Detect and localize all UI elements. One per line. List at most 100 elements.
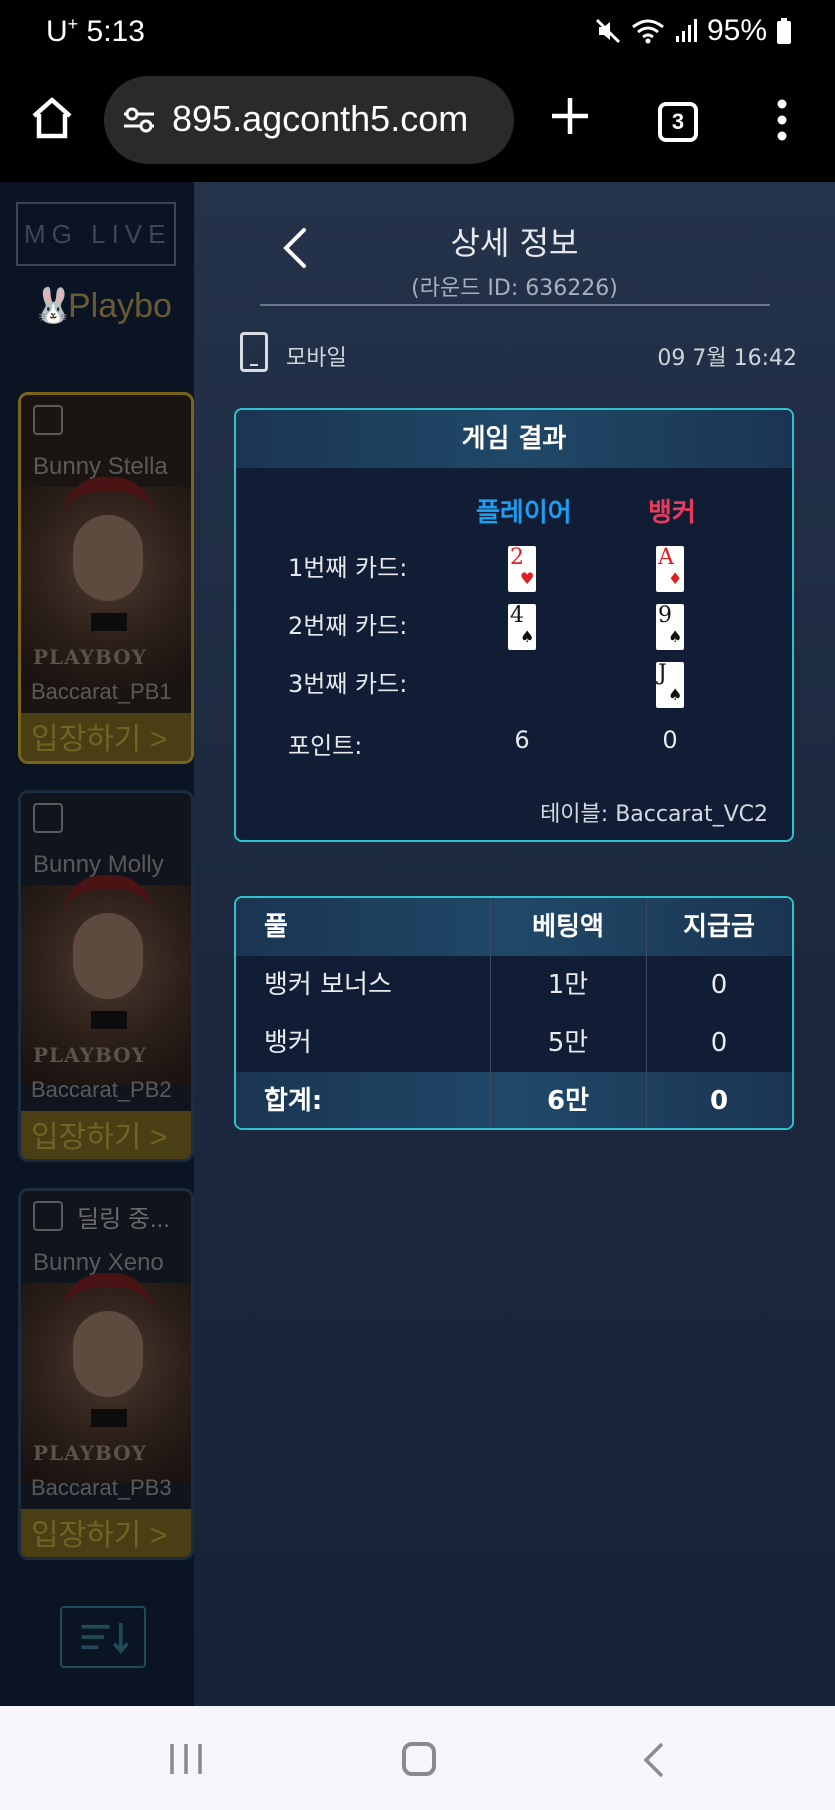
- brand-label: PLAYBOY: [33, 645, 147, 669]
- brand-label: PLAYBOY: [33, 1043, 147, 1067]
- bow-tie: [91, 1011, 127, 1029]
- column-divider: [490, 898, 491, 1128]
- more-menu-icon[interactable]: [772, 98, 792, 142]
- header-bet-amount: 베팅액: [532, 912, 604, 942]
- game-lobby-background: MG LIVE 🐰Playbo Bunny Stella PLAYBOY Bac…: [0, 182, 194, 1706]
- status-bar: U+ 5:13 95%: [0, 0, 835, 64]
- bet-table-header: 풀 베팅액 지급금: [236, 898, 792, 956]
- address-bar[interactable]: 895.agconth5.com: [104, 76, 514, 164]
- playing-card: J ♠: [656, 662, 684, 708]
- diamond-suit-icon: ♦: [668, 569, 683, 588]
- heart-suit-icon: ♥: [520, 569, 535, 588]
- spade-suit-icon: ♠: [668, 627, 683, 646]
- back-icon[interactable]: [640, 1742, 666, 1778]
- bunny-icon: 🐰: [32, 287, 75, 325]
- playing-card: A ♦: [656, 546, 684, 592]
- points-label: 포인트:: [288, 732, 363, 760]
- brand-label: PLAYBOY: [33, 1441, 147, 1465]
- round-id: (라운드 ID: 636226): [411, 276, 618, 301]
- bet-table: 풀 베팅액 지급금 뱅커 보너스 1만 0 뱅커 5만 0 합계: 6만 0: [234, 896, 794, 1130]
- game-card[interactable]: Bunny Stella PLAYBOY Baccarat_PB1 입장하기 >: [18, 392, 194, 764]
- system-nav-bar: [0, 1706, 835, 1810]
- game-result-header: 게임 결과: [236, 410, 792, 468]
- card1-label: 1번째 카드:: [288, 554, 408, 582]
- signal-icon: [675, 19, 697, 42]
- card-rank: 9: [658, 603, 672, 628]
- mute-icon: [595, 18, 621, 44]
- dealer-face: [73, 515, 143, 601]
- enter-button[interactable]: 입장하기 >: [21, 1111, 191, 1159]
- player-column-label: 플레이어: [476, 498, 572, 528]
- battery-icon: [777, 18, 791, 44]
- bow-tie: [91, 1409, 127, 1427]
- sort-icon[interactable]: [60, 1606, 146, 1668]
- page-title: 상세 정보: [450, 224, 579, 262]
- round-datetime: 09 7월 16:42: [657, 346, 797, 371]
- game-card[interactable]: 딜링 중... Bunny Xeno PLAYBOY Baccarat_PB3 …: [18, 1188, 194, 1560]
- bunny-ears: [63, 875, 153, 915]
- mobile-device-icon: [240, 332, 268, 372]
- card-rank: 2: [510, 545, 524, 570]
- wifi-icon: [632, 19, 664, 44]
- divider: [260, 304, 770, 306]
- carrier-sup: +: [67, 14, 79, 34]
- clock: 5:13: [86, 15, 145, 48]
- card-rank: 4: [510, 603, 524, 628]
- url-text[interactable]: 895.agconth5.com: [172, 98, 468, 140]
- device-label: 모바일: [286, 346, 347, 371]
- playing-card: 9 ♠: [656, 604, 684, 650]
- status-time-area: U+ 5:13: [46, 14, 145, 49]
- total-bet-amount: 6만: [546, 1086, 589, 1116]
- table-row: 뱅커 보너스 1만 0: [236, 956, 792, 1014]
- pool-cell: 뱅커: [264, 1028, 312, 1058]
- tabs-icon[interactable]: 3: [658, 102, 698, 142]
- banker-column-label: 뱅커: [648, 498, 696, 528]
- status-icons: 95%: [595, 14, 791, 48]
- mg-live-logo: MG LIVE: [16, 202, 176, 266]
- table-name: Baccarat_PB3: [31, 1475, 172, 1500]
- home-icon[interactable]: [28, 94, 76, 142]
- dealing-status: 딜링 중...: [77, 1206, 170, 1233]
- pool-cell: 뱅커 보너스: [264, 970, 392, 1000]
- banker-points: 0: [662, 726, 678, 754]
- recent-apps-icon[interactable]: [168, 1742, 204, 1776]
- bet-amount-cell: 5만: [547, 1028, 589, 1058]
- site-settings-icon[interactable]: [122, 106, 156, 134]
- new-tab-icon[interactable]: [548, 94, 592, 138]
- player-points: 6: [514, 726, 530, 754]
- category-title: 🐰Playbo: [32, 286, 172, 326]
- column-divider: [646, 898, 647, 1128]
- favorite-icon[interactable]: [33, 1201, 63, 1231]
- spade-suit-icon: ♠: [668, 685, 683, 704]
- home-button-icon[interactable]: [402, 1742, 436, 1776]
- table-name: Baccarat_PB2: [31, 1077, 172, 1102]
- total-row: 합계: 6만 0: [236, 1072, 792, 1128]
- enter-button[interactable]: 입장하기 >: [21, 1509, 191, 1557]
- favorite-icon[interactable]: [33, 405, 63, 435]
- card2-label: 2번째 카드:: [288, 612, 408, 640]
- total-payout: 0: [709, 1086, 729, 1116]
- card3-label: 3번째 카드:: [288, 670, 408, 698]
- payout-cell: 0: [710, 970, 728, 1000]
- table-row: 뱅커 5만 0: [236, 1014, 792, 1072]
- total-label: 합계:: [264, 1086, 323, 1116]
- spade-suit-icon: ♠: [520, 627, 535, 646]
- result-table-name: 테이블: Baccarat_VC2: [540, 802, 768, 827]
- header-pool: 풀: [264, 912, 288, 942]
- bow-tie: [91, 613, 127, 631]
- payout-cell: 0: [710, 1028, 728, 1058]
- playing-card: 2 ♥: [508, 546, 536, 592]
- detail-panel: 상세 정보 (라운드 ID: 636226) 모바일 09 7월 16:42 게…: [194, 182, 835, 1706]
- favorite-icon[interactable]: [33, 803, 63, 833]
- bunny-ears: [63, 1273, 153, 1313]
- browser-toolbar: 895.agconth5.com 3: [0, 64, 835, 182]
- game-result-box: 게임 결과 플레이어 뱅커 1번째 카드: 2번째 카드: 3번째 카드: 포인…: [234, 408, 794, 842]
- playing-card: 4 ♠: [508, 604, 536, 650]
- bunny-ears: [63, 477, 153, 517]
- dealer-face: [73, 913, 143, 999]
- game-card[interactable]: Bunny Molly PLAYBOY Baccarat_PB2 입장하기 >: [18, 790, 194, 1162]
- enter-button[interactable]: 입장하기 >: [21, 713, 191, 761]
- card-rank: J: [658, 661, 667, 686]
- bet-amount-cell: 1만: [547, 970, 589, 1000]
- dealer-face: [73, 1311, 143, 1397]
